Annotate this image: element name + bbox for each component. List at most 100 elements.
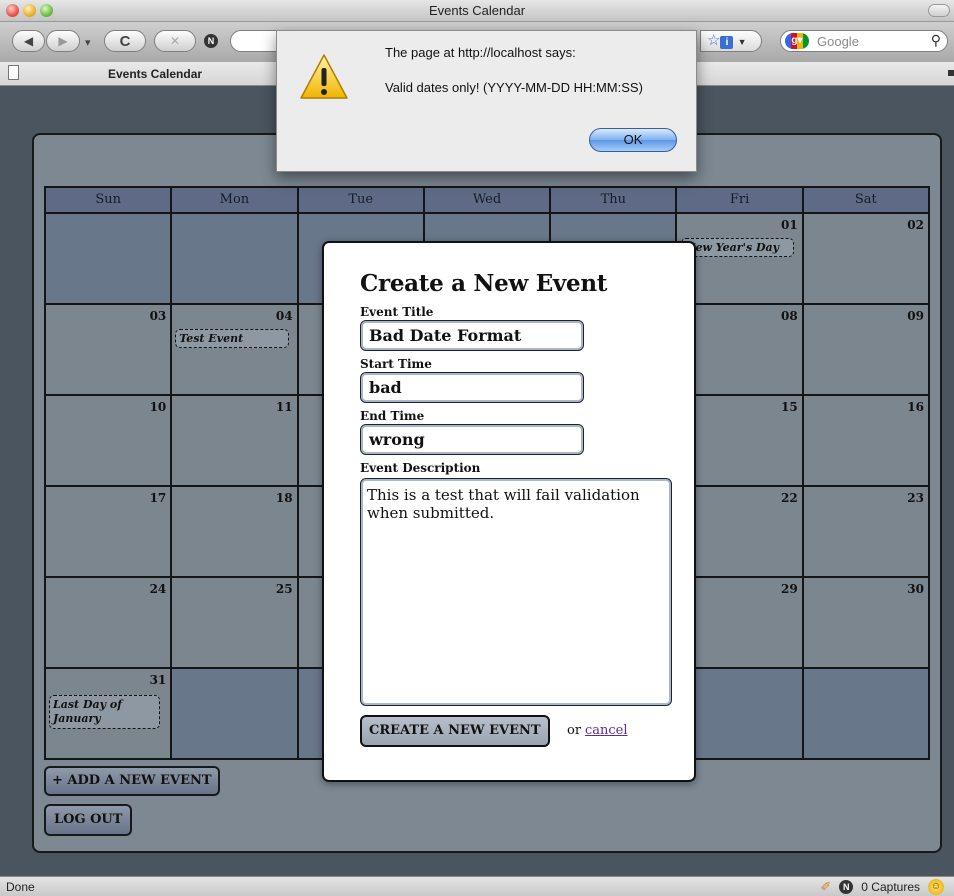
calendar-day-empty <box>172 214 297 303</box>
event-description-textarea[interactable]: This is a test that will fail validation… <box>360 478 672 706</box>
stop-button[interactable]: ✕ <box>154 30 196 52</box>
weekday-header: Mon <box>172 188 297 212</box>
event-test-event[interactable]: Test Event <box>175 329 289 348</box>
calendar-day-04[interactable]: 04 Test Event <box>172 305 297 394</box>
reload-button[interactable]: C <box>104 30 146 52</box>
weekday-header: Sat <box>803 188 928 212</box>
status-text: Done <box>6 880 35 894</box>
calendar-day-31[interactable]: 31 Last Day of January <box>46 669 171 758</box>
logout-button[interactable]: LOG OUT <box>44 804 133 836</box>
calendar-day-empty <box>803 669 928 758</box>
search-placeholder: Google <box>817 34 859 49</box>
start-time-input[interactable]: bad <box>360 372 584 403</box>
javascript-alert-dialog: The page at http://localhost says: Valid… <box>276 30 697 172</box>
event-title-label: Event Title <box>360 305 434 319</box>
calendar-day-18[interactable]: 18 <box>172 487 297 576</box>
search-icon[interactable]: ⚲ <box>931 32 941 49</box>
create-event-modal: Create a New Event Event Title Bad Date … <box>322 241 696 782</box>
forward-arrow-icon: ▶ <box>58 34 68 48</box>
start-time-label: Start Time <box>360 357 432 371</box>
alert-message: Valid dates only! (YYYY-MM-DD HH:MM:SS) <box>385 80 643 95</box>
calendar-day-17[interactable]: 17 <box>46 487 171 576</box>
captures-count[interactable]: 0 Captures <box>861 880 920 894</box>
weekday-header: Wed <box>424 188 550 212</box>
magic-wand-icon[interactable]: ✐ <box>820 879 831 895</box>
day-number: 16 <box>907 400 924 414</box>
noscript-icon[interactable]: N <box>204 34 218 48</box>
day-number: 18 <box>275 491 293 505</box>
day-number: 10 <box>149 400 167 414</box>
warning-icon <box>300 54 348 99</box>
day-number: 31 <box>149 673 167 687</box>
calendar-day-09[interactable]: 09 <box>803 305 928 394</box>
calendar-day-16[interactable]: 16 <box>803 396 928 485</box>
calendar-day-23[interactable]: 23 <box>803 487 928 576</box>
day-number: 29 <box>781 582 798 596</box>
dropdown-arrow-icon: ▼ <box>737 37 747 47</box>
calendar-day-empty <box>46 214 171 303</box>
calendar-day-11[interactable]: 11 <box>172 396 297 485</box>
bookmark-star-button[interactable]: ☆ i ▼ <box>700 30 762 52</box>
day-number: 03 <box>149 309 167 323</box>
day-number: 25 <box>275 582 293 596</box>
address-bar[interactable] <box>230 30 280 52</box>
day-number: 24 <box>149 582 167 596</box>
weekday-header: Fri <box>677 188 802 212</box>
day-number: 11 <box>275 400 293 414</box>
modal-title: Create a New Event <box>360 270 608 297</box>
forward-button[interactable]: ▶ <box>46 30 80 52</box>
weekday-header: Tue <box>298 188 423 212</box>
status-addons: ✐ N 0 Captures ☺ <box>820 879 944 895</box>
page-icon <box>8 65 19 80</box>
calendar-day-03[interactable]: 03 <box>46 305 171 394</box>
search-box[interactable]: g▾ Google ⚲ <box>780 30 948 52</box>
day-number: 04 <box>275 309 293 323</box>
calendar-day-30[interactable]: 30 <box>803 578 928 667</box>
calendar-day-15[interactable]: 15 <box>677 396 802 485</box>
event-last-day-of-january[interactable]: Last Day of January <box>49 695 161 729</box>
stop-icon: ✕ <box>169 34 181 48</box>
google-engine-icon[interactable]: g▾ <box>785 33 809 49</box>
reload-icon: C <box>119 32 131 50</box>
day-number: 17 <box>149 491 167 505</box>
day-number: 30 <box>907 582 924 596</box>
event-title-input[interactable]: Bad Date Format <box>360 320 584 351</box>
tab-overflow-icon[interactable] <box>948 70 954 76</box>
weekday-header: Sun <box>46 188 171 212</box>
day-number: 22 <box>781 491 798 505</box>
back-arrow-icon: ◀ <box>23 34 34 48</box>
cancel-link[interactable]: cancel <box>585 723 628 738</box>
calendar-day-24[interactable]: 24 <box>46 578 171 667</box>
day-number: 02 <box>907 218 924 232</box>
day-number: 23 <box>907 491 924 505</box>
event-new-years-day[interactable]: New Year's Day <box>681 238 794 257</box>
calendar-day-29[interactable]: 29 <box>677 578 802 667</box>
create-event-button[interactable]: CREATE A NEW EVENT <box>360 715 550 747</box>
status-bar: Done ✐ N 0 Captures ☺ <box>0 876 954 896</box>
day-number: 09 <box>907 309 924 323</box>
add-event-button[interactable]: + ADD A NEW EVENT <box>44 766 220 796</box>
info-icon: i <box>720 36 734 49</box>
ok-button[interactable]: OK <box>589 128 677 152</box>
day-number: 15 <box>781 400 798 414</box>
calendar-day-25[interactable]: 25 <box>172 578 297 667</box>
calendar-day-02[interactable]: 02 <box>803 214 928 303</box>
calendar-day-10[interactable]: 10 <box>46 396 171 485</box>
end-time-input[interactable]: wrong <box>360 424 584 455</box>
calendar-day-01[interactable]: 01 New Year's Day <box>677 214 802 303</box>
day-number: 01 <box>781 218 798 232</box>
star-icon: ☆ <box>707 32 721 49</box>
tab-events-calendar[interactable]: Events Calendar <box>108 67 202 81</box>
end-time-label: End Time <box>360 409 425 423</box>
window-titlebar: Events Calendar <box>0 0 954 22</box>
firebug-icon[interactable]: ☺ <box>928 879 944 895</box>
calendar-day-22[interactable]: 22 <box>677 487 802 576</box>
back-button[interactable]: ◀ <box>12 30 45 52</box>
calendar-day-08[interactable]: 08 <box>677 305 802 394</box>
alert-heading: The page at http://localhost says: <box>385 45 576 60</box>
toolbar-toggle-button[interactable] <box>928 4 950 17</box>
history-dropdown-icon[interactable]: ▾ <box>85 36 91 49</box>
calendar-day-empty <box>172 669 297 758</box>
noscript-status-icon[interactable]: N <box>839 880 854 894</box>
event-description-label: Event Description <box>360 461 481 475</box>
